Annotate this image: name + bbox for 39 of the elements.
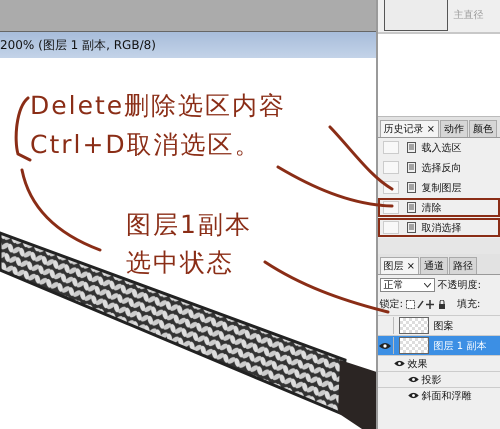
layer-thumbnail [398,317,429,334]
blend-mode-dropdown[interactable]: 正常 [380,278,435,292]
document-icon [406,162,417,173]
panel-tab[interactable]: 动作 [440,120,468,137]
brush-size-label: 主直径 [454,8,484,23]
document-icon [406,182,417,193]
document-icon [406,202,417,213]
eye-icon[interactable] [394,360,405,367]
opacity-label: 不透明度: [438,278,481,292]
panel-tab[interactable]: 颜色 [469,120,497,137]
history-item[interactable]: 清除 [378,198,500,217]
handwritten-note: 图层1副本 [126,209,252,241]
history-item[interactable]: 选择反向 [378,158,500,177]
fill-label: 填充: [456,298,480,311]
layer-thumbnail [398,337,429,354]
history-item[interactable]: 取消选择 [378,218,500,237]
visibility-toggle[interactable] [378,337,394,354]
document-icon [406,222,417,233]
history-item[interactable]: 载入选区 [378,138,500,157]
bracket-line [14,96,32,162]
layer-effect[interactable]: 斜面和浮雕 [422,388,472,402]
panel-tab[interactable]: 路径 [449,257,477,274]
panel-tab[interactable]: 图层 × [380,257,419,274]
panel-tab[interactable]: 通道 [420,257,448,274]
eye-icon[interactable] [408,392,419,399]
lock-options-icon[interactable] [406,300,446,308]
handwritten-note: Delete删除选区内容 [30,90,286,122]
layer-effect[interactable]: 效果 [408,356,428,370]
lock-label: 锁定: [380,298,403,311]
panel-tab[interactable]: 历史记录 × [380,120,439,137]
history-item[interactable]: 复制图层 [378,178,500,197]
document-title: 200% (图层 1 副本, RGB/8) [0,32,376,58]
handwritten-note: 选中状态 [126,247,234,279]
chevron-icon [424,282,431,288]
document-icon [406,142,417,153]
handwritten-note: Ctrl+D取消选区。 [30,129,262,161]
eye-icon[interactable] [408,376,419,383]
layer-effect[interactable]: 投影 [422,372,442,386]
eye-icon [379,342,392,350]
